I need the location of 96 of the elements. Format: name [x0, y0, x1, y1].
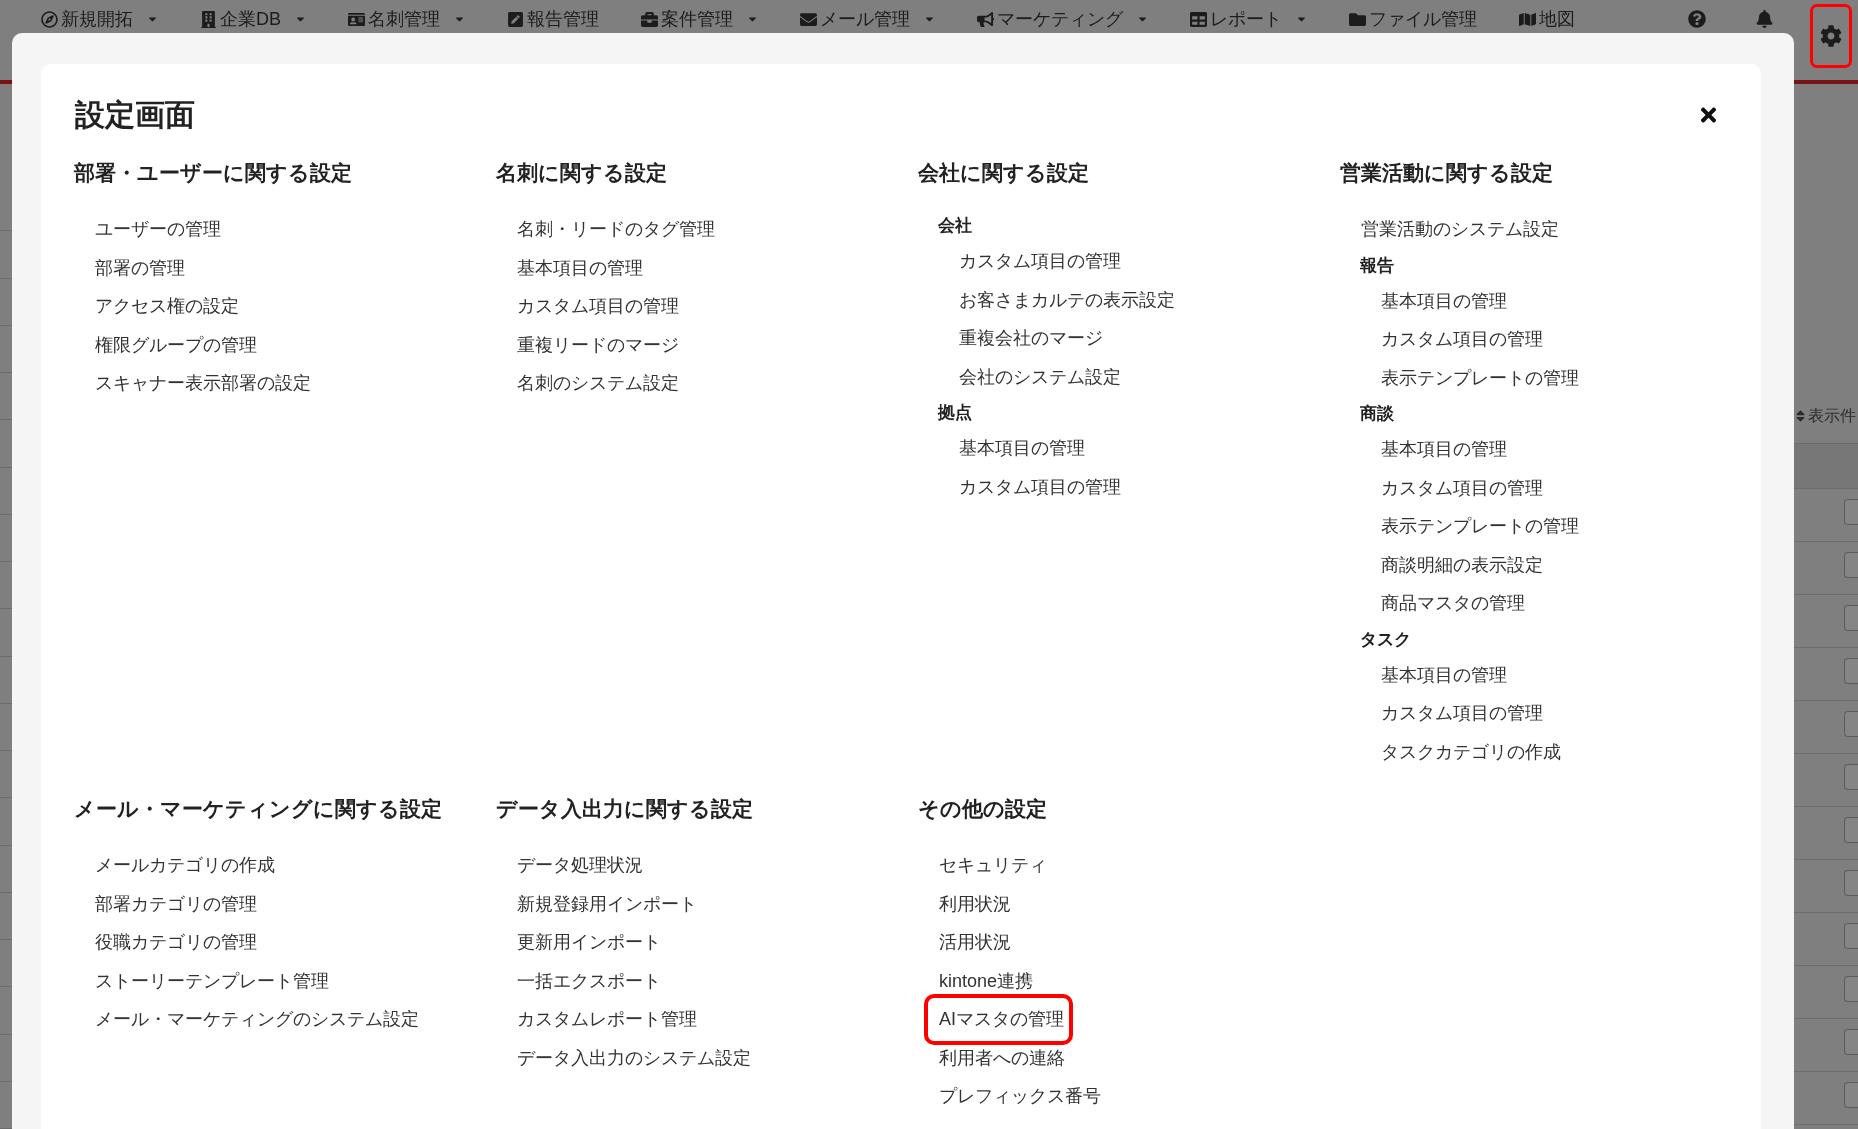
- row-button[interactable]: [1844, 1082, 1858, 1108]
- settings-link[interactable]: メールカテゴリの作成: [95, 846, 275, 885]
- bell-icon: [1755, 10, 1773, 28]
- folder-icon: [1349, 10, 1366, 28]
- row-button[interactable]: [1844, 817, 1858, 843]
- list-caption: 表示件: [1808, 407, 1856, 425]
- settings-link[interactable]: カスタム項目の管理: [1381, 320, 1543, 359]
- building-icon: [200, 10, 217, 28]
- nav-menu-item[interactable]: 名刺管理: [348, 8, 465, 30]
- nav-menu-item[interactable]: 地図: [1519, 8, 1575, 30]
- help-icon: [1688, 10, 1706, 28]
- id-card-icon: [348, 10, 365, 28]
- settings-link[interactable]: 活用状況: [939, 923, 1011, 962]
- settings-link[interactable]: カスタム項目の管理: [1381, 468, 1543, 507]
- settings-link[interactable]: 新規登録用インポート: [517, 884, 697, 923]
- settings-link[interactable]: メール・マーケティングのシステム設定: [95, 1000, 419, 1039]
- settings-link[interactable]: ストーリーテンプレート管理: [95, 961, 329, 1000]
- megaphone-icon: [977, 10, 994, 28]
- group-label: 商談: [1360, 403, 1394, 425]
- settings-link[interactable]: 名刺・リードのタグ管理: [517, 210, 715, 249]
- row-button[interactable]: [1844, 870, 1858, 896]
- settings-link[interactable]: カスタム項目の管理: [959, 242, 1121, 281]
- nav-menu-item[interactable]: 新規開拓: [41, 8, 158, 30]
- settings-link[interactable]: 利用状況: [939, 884, 1011, 923]
- settings-link[interactable]: 部署カテゴリの管理: [95, 884, 257, 923]
- table-icon: [1190, 10, 1207, 28]
- settings-link[interactable]: カスタム項目の管理: [1381, 694, 1543, 733]
- group-label: 会社: [938, 215, 972, 237]
- row-button[interactable]: [1844, 499, 1858, 525]
- section-heading: メール・マーケティングに関する設定: [74, 796, 442, 822]
- section-heading: 名刺に関する設定: [496, 160, 667, 186]
- settings-link[interactable]: データ処理状況: [517, 846, 643, 885]
- briefcase-icon: [641, 10, 658, 28]
- section-heading: 営業活動に関する設定: [1340, 160, 1553, 186]
- settings-link[interactable]: プレフィックス番号: [939, 1077, 1101, 1116]
- settings-link[interactable]: 表示テンプレートの管理: [1381, 507, 1579, 546]
- settings-link[interactable]: アクセス権の設定: [95, 287, 239, 326]
- settings-icon: [1820, 25, 1842, 47]
- settings-link[interactable]: 基本項目の管理: [517, 248, 643, 287]
- settings-link[interactable]: 基本項目の管理: [959, 429, 1085, 468]
- settings-link[interactable]: AIマスタの管理: [924, 994, 1073, 1045]
- nav-menu-item[interactable]: 報告管理: [507, 8, 599, 30]
- settings-link[interactable]: 基本項目の管理: [1381, 430, 1507, 469]
- section-heading: その他の設定: [918, 796, 1047, 822]
- group-label: 拠点: [938, 402, 972, 424]
- settings-link[interactable]: 商談明細の表示設定: [1381, 545, 1543, 584]
- edit-icon: [507, 10, 524, 28]
- section-heading: 会社に関する設定: [918, 160, 1089, 186]
- settings-link[interactable]: 基本項目の管理: [1381, 281, 1507, 320]
- settings-link[interactable]: 一括エクスポート: [517, 961, 661, 1000]
- settings-button[interactable]: [1810, 4, 1852, 68]
- section-heading: データ入出力に関する設定: [496, 796, 753, 822]
- settings-link[interactable]: データ入出力のシステム設定: [517, 1038, 751, 1077]
- settings-link[interactable]: カスタム項目の管理: [959, 467, 1121, 506]
- row-button[interactable]: [1844, 552, 1858, 578]
- settings-link[interactable]: 重複リードのマージ: [517, 325, 679, 364]
- sort-icon: [1796, 409, 1805, 423]
- compass-icon: [41, 10, 58, 28]
- map-icon: [1519, 10, 1536, 28]
- group-label: 報告: [1360, 254, 1394, 277]
- nav-menu-item[interactable]: 企業DB: [200, 8, 306, 30]
- dialog-title: 設定画面: [75, 97, 195, 133]
- nav-menu-item[interactable]: ファイル管理: [1349, 8, 1477, 30]
- nav-menu-item[interactable]: 案件管理: [641, 8, 758, 30]
- row-button[interactable]: [1844, 658, 1858, 684]
- section-heading: 部署・ユーザーに関する設定: [74, 160, 352, 186]
- close-icon: [1698, 104, 1718, 126]
- settings-link[interactable]: 会社のシステム設定: [959, 357, 1121, 396]
- settings-link[interactable]: 基本項目の管理: [1381, 655, 1507, 694]
- row-button[interactable]: [1844, 1029, 1858, 1055]
- row-button[interactable]: [1844, 764, 1858, 790]
- settings-link[interactable]: 権限グループの管理: [95, 325, 257, 364]
- row-button[interactable]: [1844, 711, 1858, 737]
- row-button[interactable]: [1844, 923, 1858, 949]
- settings-link[interactable]: 表示テンプレートの管理: [1381, 358, 1579, 397]
- group-label: タスク: [1360, 628, 1411, 651]
- settings-link[interactable]: ユーザーの管理: [95, 210, 221, 249]
- nav-menu-item[interactable]: マーケティング: [977, 8, 1148, 30]
- settings-link[interactable]: タスクカテゴリの作成: [1381, 732, 1561, 771]
- settings-link[interactable]: 役職カテゴリの管理: [95, 923, 257, 962]
- row-button[interactable]: [1844, 605, 1858, 631]
- settings-link[interactable]: お客さまカルテの表示設定: [959, 280, 1175, 319]
- envelope-icon: [800, 10, 817, 28]
- settings-link[interactable]: カスタム項目の管理: [517, 287, 679, 326]
- nav-menu-item[interactable]: メール管理: [800, 8, 935, 30]
- nav-menu-item[interactable]: レポート: [1190, 8, 1307, 30]
- settings-link[interactable]: 営業活動のシステム設定: [1361, 210, 1559, 249]
- settings-link[interactable]: スキャナー表示部署の設定: [95, 364, 311, 403]
- settings-link[interactable]: 重複会社のマージ: [959, 319, 1103, 358]
- settings-link[interactable]: カスタムレポート管理: [517, 1000, 697, 1039]
- settings-link[interactable]: 更新用インポート: [517, 923, 661, 962]
- settings-link[interactable]: 部署の管理: [95, 248, 185, 287]
- settings-link[interactable]: セキュリティ: [939, 846, 1047, 885]
- settings-link[interactable]: 名刺のシステム設定: [517, 364, 679, 403]
- settings-link[interactable]: 商品マスタの管理: [1381, 584, 1525, 623]
- row-button[interactable]: [1844, 976, 1858, 1002]
